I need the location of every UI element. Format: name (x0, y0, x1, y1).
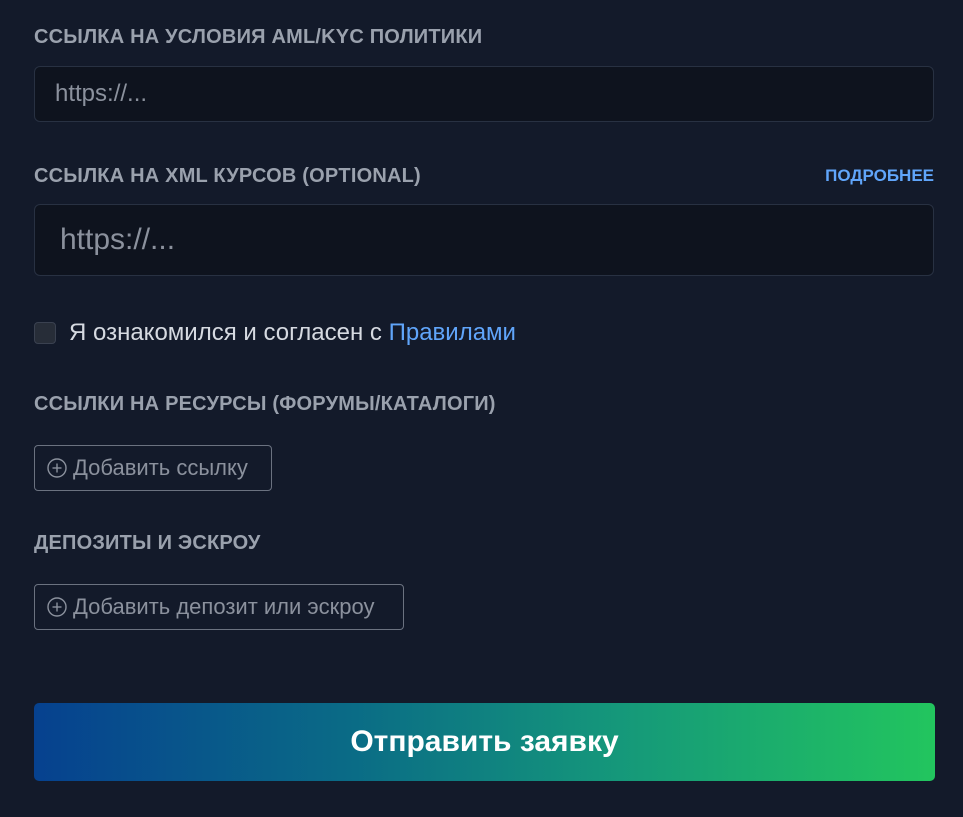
submit-application-button[interactable]: Отправить заявку (34, 703, 935, 781)
agreement-row: Я ознакомился и согласен с Правилами (34, 319, 516, 347)
resources-label: ССЫЛКИ НА РЕСУРСЫ (ФОРУМЫ/КАТАЛОГИ) (34, 393, 496, 415)
plus-circle-icon (47, 458, 67, 478)
xml-label: ССЫЛКА НА XML КУРСОВ (OPTIONAL) (34, 165, 421, 187)
add-deposit-button[interactable]: Добавить депозит или эскроу (34, 584, 404, 630)
agreement-text: Я ознакомился и согласен с Правилами (69, 319, 516, 346)
application-form: ССЫЛКА НА УСЛОВИЯ AML/KYC ПОЛИТИКИ ССЫЛК… (0, 0, 963, 817)
more-info-link[interactable]: ПОДРОБНЕЕ (825, 164, 934, 188)
aml-url-input[interactable] (34, 66, 934, 122)
add-link-label: Добавить ссылку (73, 455, 248, 480)
aml-label: ССЫЛКА НА УСЛОВИЯ AML/KYC ПОЛИТИКИ (34, 26, 483, 48)
plus-circle-icon (47, 597, 67, 617)
agreement-checkbox[interactable] (34, 322, 56, 344)
xml-url-input[interactable] (34, 204, 934, 276)
add-deposit-label: Добавить депозит или эскроу (73, 594, 375, 619)
rules-link[interactable]: Правилами (389, 319, 516, 346)
deposits-label: ДЕПОЗИТЫ И ЭСКРОУ (34, 532, 261, 554)
add-link-button[interactable]: Добавить ссылку (34, 445, 272, 491)
